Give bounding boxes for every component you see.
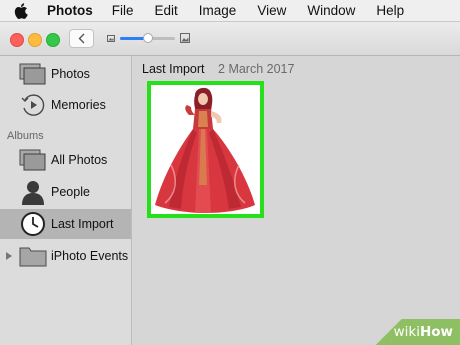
minimize-window-button[interactable] xyxy=(28,33,42,47)
sidebar-item-label: iPhoto Events xyxy=(51,249,129,263)
import-date: 2 March 2017 xyxy=(218,62,295,76)
sidebar-item-label: People xyxy=(51,185,90,199)
import-title: Last Import xyxy=(142,62,205,76)
photos-stack-icon xyxy=(18,59,48,89)
photo-grid: Last Import 2 March 2017 xyxy=(132,56,460,345)
sidebar: Photos Memories Albums All Photos People… xyxy=(0,56,132,345)
menu-file[interactable]: File xyxy=(112,3,134,18)
sidebar-item-last-import[interactable]: Last Import xyxy=(0,209,131,239)
wikihow-watermark: wiki How xyxy=(368,319,460,345)
chevron-left-icon xyxy=(78,33,85,44)
menu-view[interactable]: View xyxy=(257,3,286,18)
sidebar-item-people[interactable]: People xyxy=(0,177,131,207)
sidebar-item-label: All Photos xyxy=(51,153,108,167)
sidebar-item-photos[interactable]: Photos xyxy=(0,59,131,89)
menu-bar: Photos File Edit Image View Window Help xyxy=(0,0,460,22)
sidebar-item-memories[interactable]: Memories xyxy=(0,90,131,120)
zoom-in-photo-icon[interactable] xyxy=(180,33,190,43)
folder-icon xyxy=(18,241,48,271)
back-button[interactable] xyxy=(69,29,94,48)
sidebar-item-label: Last Import xyxy=(51,217,114,231)
photo-thumbnail[interactable] xyxy=(147,81,264,218)
close-window-button[interactable] xyxy=(10,33,24,47)
person-icon xyxy=(18,177,48,207)
photos-stack-icon xyxy=(18,145,48,175)
watermark-how-text: How xyxy=(419,324,453,340)
sidebar-item-label: Memories xyxy=(51,98,106,112)
memories-icon xyxy=(18,90,48,120)
sidebar-item-label: Photos xyxy=(51,67,90,81)
menu-window[interactable]: Window xyxy=(307,3,355,18)
fullscreen-window-button[interactable] xyxy=(46,33,60,47)
sidebar-item-all-photos[interactable]: All Photos xyxy=(0,145,131,175)
window-toolbar xyxy=(0,22,460,56)
menu-app-name[interactable]: Photos xyxy=(47,3,93,18)
zoom-slider-knob[interactable] xyxy=(142,33,153,43)
import-header: Last Import 2 March 2017 xyxy=(142,62,294,76)
zoom-out-photo-icon[interactable] xyxy=(107,35,115,42)
watermark-wiki-text: wiki xyxy=(393,324,420,340)
clock-icon xyxy=(18,209,48,239)
red-gown-figure-photo xyxy=(151,85,260,214)
apple-menu-icon[interactable] xyxy=(14,2,28,19)
zoom-slider[interactable] xyxy=(120,33,175,43)
albums-section-header: Albums xyxy=(7,130,44,142)
sidebar-item-iphoto-events[interactable]: iPhoto Events xyxy=(0,241,131,271)
disclosure-triangle-icon[interactable] xyxy=(6,252,12,260)
menu-help[interactable]: Help xyxy=(376,3,404,18)
menu-edit[interactable]: Edit xyxy=(155,3,178,18)
menu-image[interactable]: Image xyxy=(199,3,237,18)
